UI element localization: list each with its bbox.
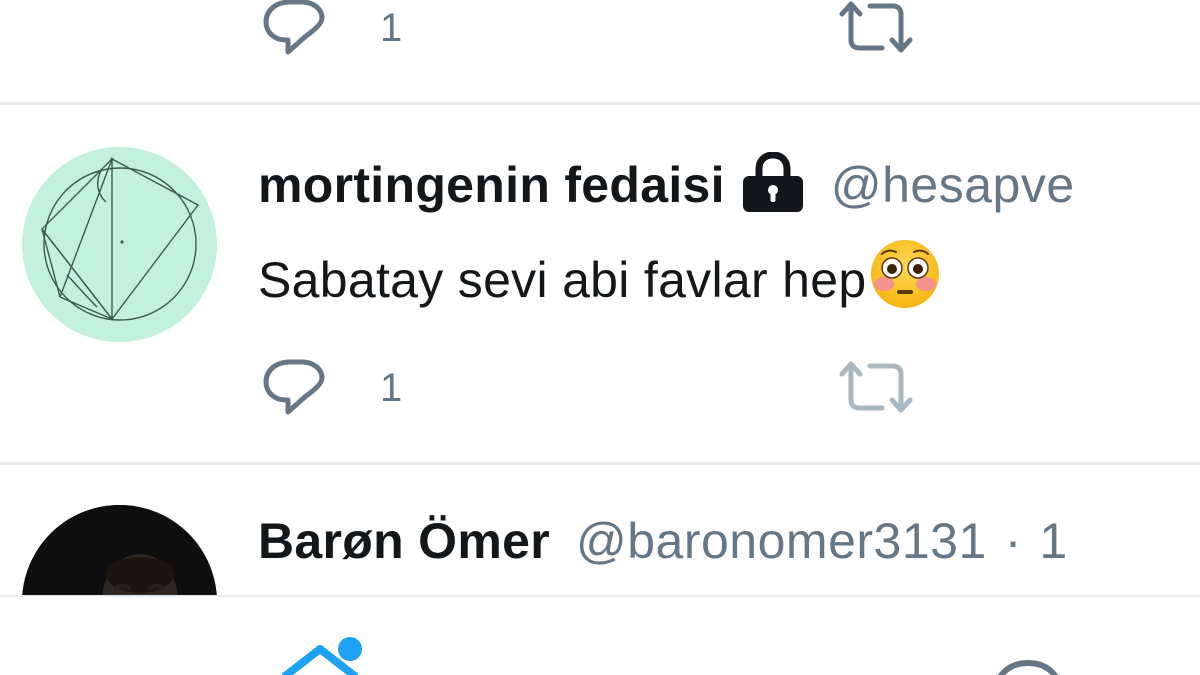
reply-icon bbox=[262, 358, 328, 418]
lock-icon bbox=[741, 151, 805, 217]
reply-button[interactable]: 1 bbox=[262, 0, 402, 58]
retweet-icon bbox=[838, 0, 914, 54]
retweet-button[interactable] bbox=[838, 0, 914, 54]
bottom-nav bbox=[0, 595, 1200, 675]
reply-icon bbox=[262, 0, 328, 58]
flushed-face-emoji bbox=[868, 238, 942, 322]
tweet-header: mortingenin fedaisi @hesapve bbox=[258, 151, 1075, 217]
tweet-body: Sabatay sevi abi favlar hep bbox=[258, 252, 867, 308]
search-icon[interactable] bbox=[990, 657, 1070, 675]
display-name[interactable]: mortingenin fedaisi bbox=[258, 156, 725, 214]
retweet-icon bbox=[838, 360, 914, 414]
separator-dot: · bbox=[1004, 513, 1022, 569]
reply-count: 1 bbox=[380, 6, 403, 50]
divider bbox=[0, 462, 1200, 465]
handle[interactable]: @baronomer3131 bbox=[576, 512, 987, 570]
display-name[interactable]: Barøn Ömer bbox=[258, 512, 550, 570]
timeline: 1 mortingenin fedaisi @hesapve Sabatay s… bbox=[0, 0, 1200, 675]
tweet-text: Sabatay sevi abi favlar hep bbox=[258, 238, 942, 322]
home-icon[interactable] bbox=[280, 627, 370, 675]
reply-button[interactable]: 1 bbox=[262, 358, 402, 418]
timestamp[interactable]: 1 bbox=[1039, 512, 1067, 570]
geometric-circle-diagram-avatar bbox=[41, 157, 200, 321]
handle[interactable]: @hesapve bbox=[831, 156, 1075, 214]
reply-count: 1 bbox=[380, 366, 403, 410]
previous-tweet-actions: 1 bbox=[0, 0, 1200, 60]
tweet-header: Barøn Ömer @baronomer3131 · 1 bbox=[258, 512, 1067, 570]
retweet-button[interactable] bbox=[838, 360, 914, 414]
divider bbox=[0, 102, 1200, 105]
avatar[interactable] bbox=[22, 147, 217, 342]
